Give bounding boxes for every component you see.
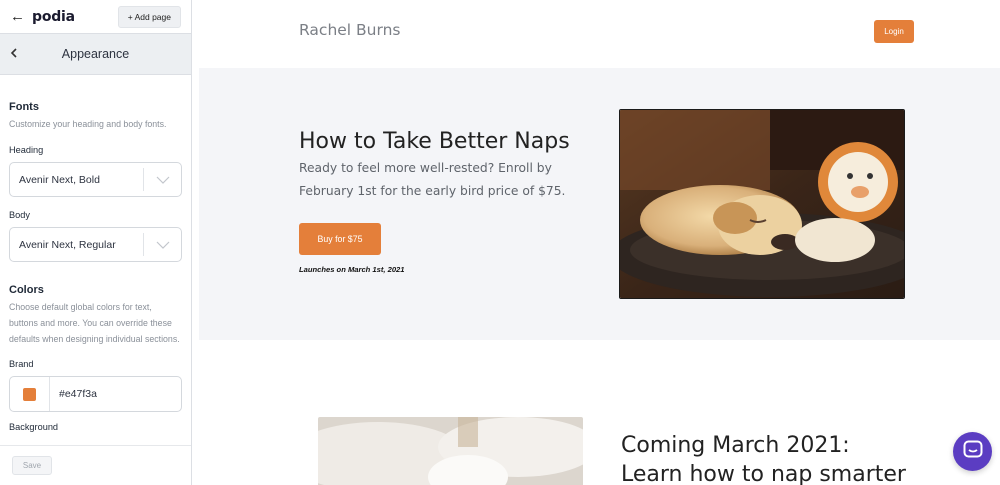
sidebar-footer: Save	[0, 445, 191, 485]
hero-title: How to Take Better Naps	[299, 129, 570, 154]
brand-hex-value[interactable]: #e47f3a	[50, 388, 97, 400]
brand-swatch-button[interactable]	[10, 377, 50, 411]
section2-title: Coming March 2021: Learn how to nap smar…	[621, 431, 906, 485]
section2-title-line1: Coming March 2021:	[621, 433, 850, 458]
body-font-value: Avenir Next, Regular	[19, 238, 116, 251]
site-name[interactable]: Rachel Burns	[299, 21, 401, 39]
buy-button[interactable]: Buy for $75	[299, 223, 381, 255]
section2-title-line2: Learn how to nap smarter	[621, 462, 906, 485]
colors-description: Choose default global colors for text, b…	[9, 302, 180, 344]
background-label: Background	[9, 422, 59, 432]
brand-color-field[interactable]: #e47f3a	[9, 376, 182, 412]
hero-text: Ready to feel more well-rested? Enroll b…	[299, 161, 566, 198]
colors-title: Colors	[9, 284, 44, 296]
hero-image-puppy	[619, 109, 905, 299]
heading-font-select[interactable]: Avenir Next, Bold	[9, 162, 182, 197]
hero-section[interactable]: How to Take Better Naps Ready to feel mo…	[199, 68, 1000, 340]
heading-font-value: Avenir Next, Bold	[19, 173, 100, 186]
add-page-button[interactable]: + Add page	[117, 5, 181, 28]
brand-swatch	[23, 387, 36, 401]
site-preview: Rachel Burns Login How to Take Better Na…	[199, 0, 1000, 485]
heading-label: Heading	[9, 145, 44, 155]
body-font-select[interactable]: Avenir Next, Regular	[9, 227, 182, 262]
back-arrow-icon[interactable]: ←	[10, 9, 25, 24]
fonts-title: Fonts	[9, 101, 39, 113]
chevron-left-icon[interactable]	[10, 47, 18, 61]
chat-launcher-button[interactable]	[953, 432, 992, 471]
chat-icon	[963, 440, 983, 463]
brand-label: Brand	[9, 359, 34, 369]
editor-sidebar: ← podia + Add page Appearance Fonts Cust…	[0, 0, 192, 485]
podia-logo: podia	[32, 8, 75, 25]
launch-note: Launches on March 1st, 2021	[299, 265, 405, 274]
panel-title: Appearance	[61, 47, 130, 61]
section2-image	[318, 417, 583, 485]
fonts-description: Customize your heading and body fonts.	[9, 119, 167, 129]
body-label: Body	[9, 210, 30, 220]
chevron-down-icon[interactable]	[144, 176, 181, 184]
sidebar-topbar: ← podia + Add page	[0, 0, 191, 34]
appearance-header: Appearance	[0, 34, 191, 75]
login-button[interactable]: Login	[874, 20, 914, 43]
appearance-panel: Fonts Customize your heading and body fo…	[0, 101, 191, 432]
chevron-down-icon[interactable]	[144, 241, 181, 249]
save-button[interactable]: Save	[12, 456, 52, 475]
